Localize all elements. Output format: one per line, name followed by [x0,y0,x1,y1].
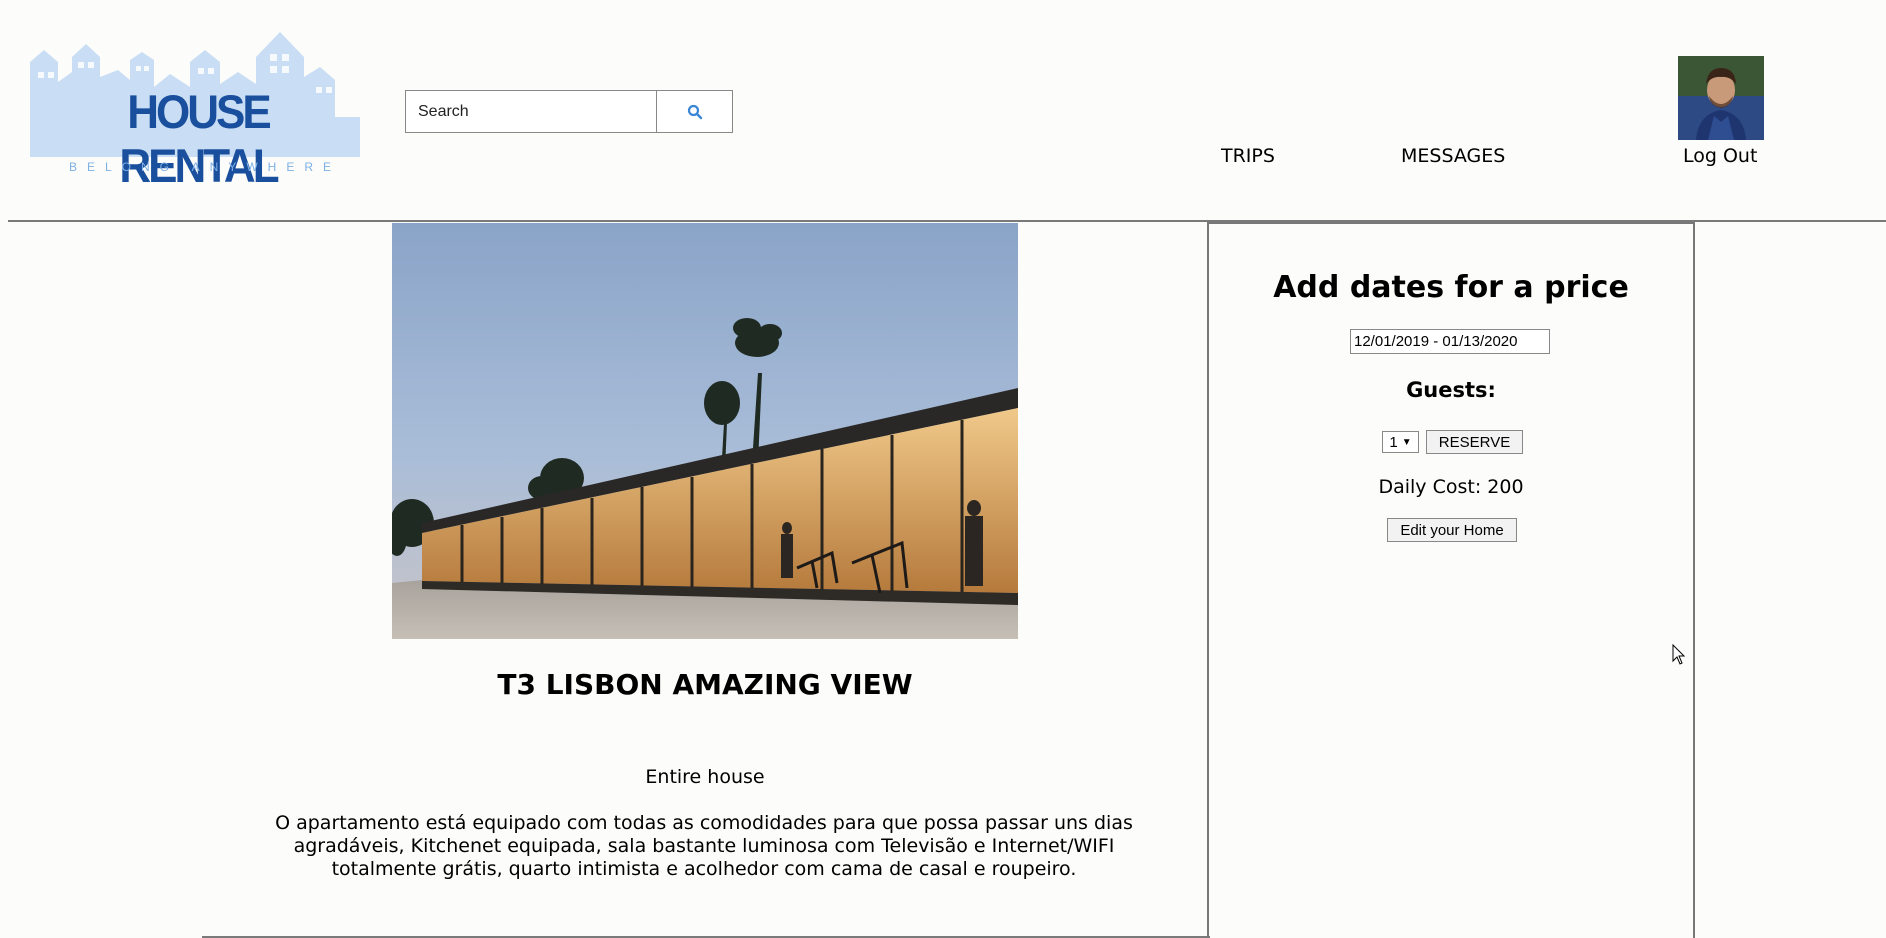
booking-heading: Add dates for a price [1273,270,1629,305]
guests-label: Guests: [1406,378,1496,402]
listing-description: O apartamento está equipado com todas as… [275,812,1133,880]
search-input[interactable] [406,91,656,132]
logo[interactable]: HOUSE RENTAL BELONG ANYWHERE [30,32,360,193]
guests-select-value: 1 [1389,433,1398,451]
date-range-input[interactable] [1350,329,1550,354]
search-button[interactable] [656,91,732,132]
daily-cost: Daily Cost: 200 [1378,476,1524,498]
logo-title: HOUSE RENTAL [119,86,279,193]
user-avatar[interactable] [1678,56,1764,140]
reserve-button[interactable]: RESERVE [1426,430,1523,454]
logout-link[interactable]: Log Out [1683,145,1757,167]
logo-tagline: BELONG ANYWHERE [68,160,342,174]
nav-messages[interactable]: MESSAGES [1401,145,1505,167]
booking-panel: Add dates for a price Guests: 1 ▼ RESERV… [1207,222,1695,938]
search-icon [687,104,702,119]
house-photo-image [392,223,1018,639]
listing-title: T3 LISBON AMAZING VIEW [497,668,913,701]
edit-home-button[interactable]: Edit your Home [1387,518,1517,542]
listing-photo [392,223,1018,639]
listing-type: Entire house [645,766,765,788]
dropdown-arrow-icon: ▼ [1401,436,1412,448]
user-photo-icon [1678,56,1764,140]
mouse-cursor-icon [1672,644,1686,665]
guests-select[interactable]: 1 ▼ [1382,431,1419,453]
nav-trips[interactable]: TRIPS [1221,145,1275,167]
search-bar [405,90,733,133]
